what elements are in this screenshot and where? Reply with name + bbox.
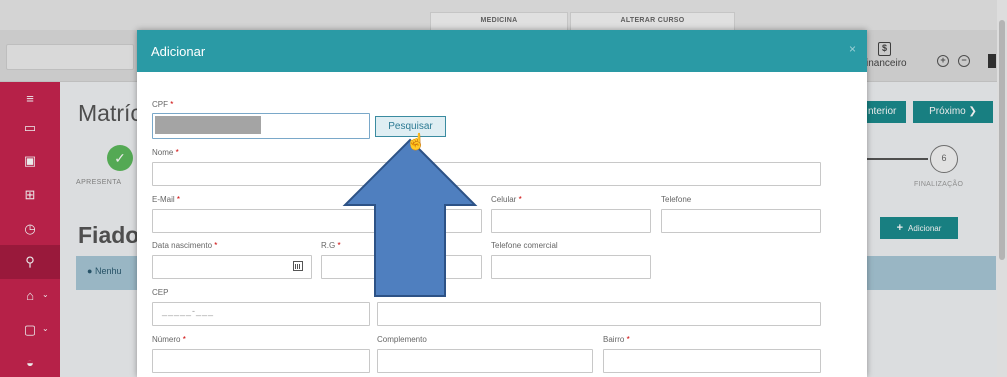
email-label: E-Mail * bbox=[152, 195, 181, 204]
modal-header: Adicionar × bbox=[137, 30, 867, 72]
celular-label: Celular * bbox=[491, 195, 522, 204]
cep-value: _____-___ bbox=[162, 306, 215, 316]
numero-input[interactable] bbox=[152, 349, 370, 373]
address-input[interactable] bbox=[377, 302, 821, 326]
complemento-label: Complemento bbox=[377, 335, 427, 344]
nome-input[interactable] bbox=[152, 162, 821, 186]
bairro-input[interactable] bbox=[603, 349, 821, 373]
rg-label: R.G * bbox=[321, 241, 341, 250]
celular-input[interactable] bbox=[491, 209, 651, 233]
telefone-comercial-input[interactable] bbox=[491, 255, 651, 279]
bairro-label: Bairro * bbox=[603, 335, 630, 344]
complemento-input[interactable] bbox=[377, 349, 593, 373]
telefone-comercial-label: Telefone comercial bbox=[491, 241, 558, 250]
nascimento-input[interactable] bbox=[152, 255, 312, 279]
nascimento-label: Data nascimento * bbox=[152, 241, 218, 250]
close-icon[interactable]: × bbox=[849, 42, 856, 56]
nome-label: Nome * bbox=[152, 148, 179, 157]
numero-label: Número * bbox=[152, 335, 186, 344]
modal-title: Adicionar bbox=[151, 44, 206, 59]
arrow-up-annotation bbox=[342, 138, 478, 297]
calendar-icon[interactable] bbox=[293, 261, 303, 271]
cpf-redacted-value bbox=[155, 116, 261, 134]
cep-label: CEP bbox=[152, 288, 169, 297]
cpf-label: CPF * bbox=[152, 100, 174, 109]
telefone-input[interactable] bbox=[661, 209, 821, 233]
hand-cursor-icon: ☝ bbox=[406, 134, 426, 151]
telefone-label: Telefone bbox=[661, 195, 692, 204]
